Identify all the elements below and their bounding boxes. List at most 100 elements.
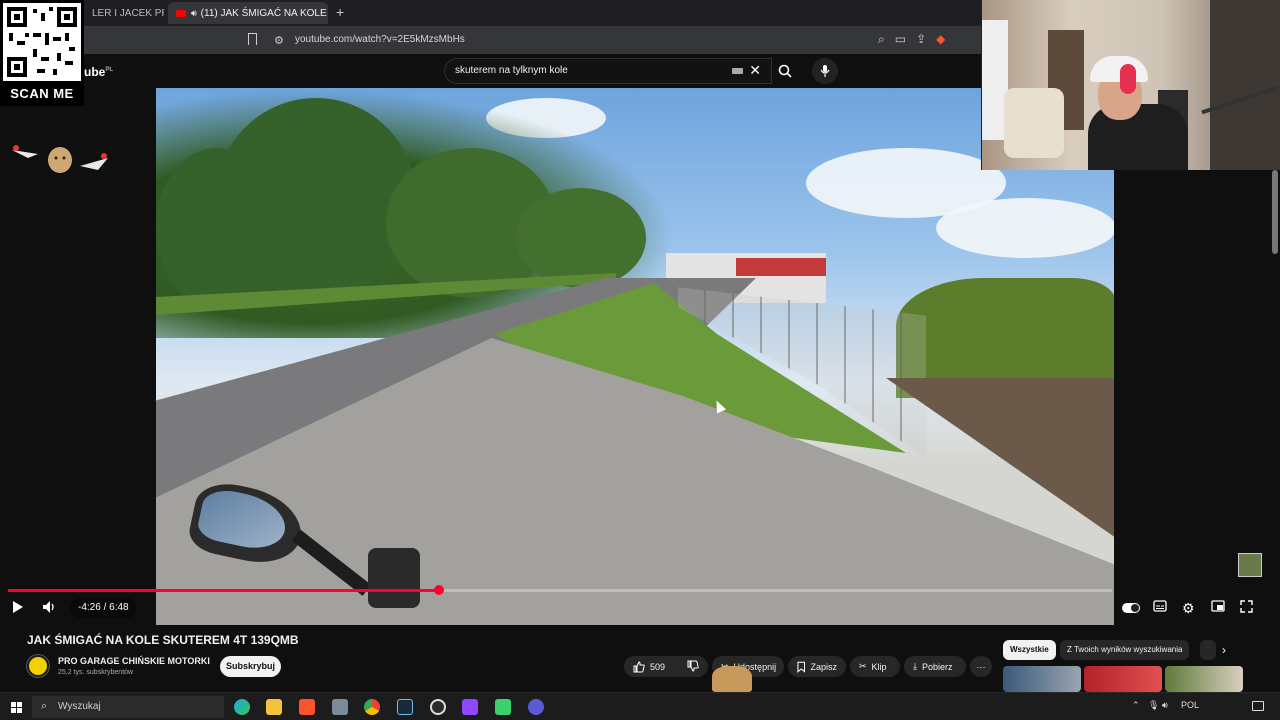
tab-label: LER I JACEK PRUSINS xyxy=(92,7,164,19)
video-corner-thumbnail[interactable] xyxy=(1238,553,1262,577)
search-icon xyxy=(778,64,792,78)
chip-from-search[interactable]: Z Twoich wyników wyszukiwania xyxy=(1060,640,1190,660)
save-bookmark-icon xyxy=(797,661,806,673)
more-actions-button[interactable]: ··· xyxy=(970,656,992,677)
recommended-thumbnail[interactable] xyxy=(1165,666,1243,692)
progress-scrubber[interactable] xyxy=(433,585,444,595)
progress-bar[interactable] xyxy=(8,585,1112,595)
windows-taskbar: ⌕ Wyszukaj ⌃ 🎙︎ 🔊︎ POL xyxy=(0,692,1280,720)
cat-emote-sticker xyxy=(12,145,108,173)
tray-mic-icon[interactable]: 🎙︎ xyxy=(1148,700,1159,711)
app-icon[interactable] xyxy=(462,699,478,715)
tray-chevron-icon[interactable]: ⌃ xyxy=(1132,700,1140,711)
brave-app-icon[interactable] xyxy=(299,699,315,715)
time-display: -4:26 / 6:48 xyxy=(70,598,137,618)
app-icon[interactable] xyxy=(332,699,348,715)
webcam-headset xyxy=(1120,64,1136,94)
like-dislike-group: 509 xyxy=(624,656,708,677)
chips-next-icon[interactable]: › xyxy=(1222,643,1226,657)
channel-name[interactable]: PRO GARAGE CHIŃSKIE MOTORKI xyxy=(58,656,210,666)
qr-overlay: SCAN ME xyxy=(0,0,84,106)
browser-tab-active[interactable]: 🔊︎ (11) JAK ŚMIGAĆ NA KOLE SK × xyxy=(168,2,328,24)
chip-all[interactable]: Wszystkie xyxy=(1003,640,1056,660)
subtitles-button[interactable] xyxy=(1153,600,1167,615)
app-icon[interactable] xyxy=(495,699,511,715)
chrome-app-icon[interactable] xyxy=(364,699,380,715)
notifications-icon[interactable] xyxy=(1252,701,1264,711)
streamer-webcam xyxy=(981,0,1280,170)
save-button[interactable]: Zapisz xyxy=(788,656,846,677)
webcam-armchair xyxy=(1004,88,1064,158)
address-actions: ⌕ ▭ ⇪ ◆ xyxy=(878,32,945,47)
search-icon: ⌕ xyxy=(41,700,48,712)
miniplayer-button[interactable] xyxy=(1211,600,1225,615)
volume-icon xyxy=(43,601,54,613)
video-tree xyxy=(156,148,276,308)
obs-app-icon[interactable] xyxy=(430,699,446,715)
video-player[interactable] xyxy=(156,88,1114,625)
recommended-thumbnail[interactable] xyxy=(1084,666,1162,692)
search-input[interactable]: skuterem na tylknym kole xyxy=(455,65,568,76)
subtitles-icon xyxy=(1153,600,1167,612)
new-tab-button[interactable]: + xyxy=(336,4,344,20)
webcam-person-body xyxy=(1088,104,1188,170)
tray-volume-icon[interactable]: 🔊︎ xyxy=(1162,700,1168,711)
fullscreen-icon xyxy=(1240,600,1253,613)
search-button[interactable] xyxy=(772,58,798,84)
screen: LER I JACEK PRUSINS 🔊︎ (11) JAK ŚMIGAĆ N… xyxy=(0,0,1280,720)
share-icon[interactable]: ⇪ xyxy=(916,32,926,47)
recommended-thumbnail[interactable] xyxy=(1003,666,1081,692)
taskbar-search[interactable]: ⌕ Wyszukaj xyxy=(32,696,224,718)
channel-avatar[interactable] xyxy=(27,655,49,677)
volume-button[interactable] xyxy=(42,600,56,617)
clear-search-icon[interactable]: ✕ xyxy=(749,62,761,79)
video-cloud xyxy=(936,198,1114,258)
video-building-sign xyxy=(736,258,826,276)
clip-button[interactable]: ✂ Klip xyxy=(850,656,900,677)
miniplayer-icon xyxy=(1211,600,1225,612)
like-count: 509 xyxy=(650,661,666,672)
search-box[interactable]: skuterem na tylknym kole ✕ xyxy=(444,58,772,84)
app-icon[interactable] xyxy=(528,699,544,715)
voice-search-button[interactable] xyxy=(812,58,838,84)
edge-app-icon[interactable] xyxy=(234,699,250,715)
play-icon xyxy=(13,601,23,613)
logo-region: PL xyxy=(105,67,114,73)
more-icon: ··· xyxy=(976,661,986,672)
site-settings-icon[interactable]: ⚙︎ xyxy=(274,34,284,47)
youtube-logo[interactable]: ubePL xyxy=(84,65,113,79)
bookmark-icon[interactable] xyxy=(248,33,257,45)
steam-app-icon[interactable] xyxy=(397,699,413,715)
cast-icon[interactable]: ▭ xyxy=(895,32,906,47)
chip-partial[interactable] xyxy=(1200,640,1216,660)
progress-fill xyxy=(8,589,439,592)
microphone-icon xyxy=(820,65,830,77)
tab-label: (11) JAK ŚMIGAĆ NA KOLE SK xyxy=(200,7,328,19)
brave-shield-icon[interactable]: ◆ xyxy=(936,32,945,47)
qr-scan-label: SCAN ME xyxy=(10,86,74,101)
dislike-button[interactable] xyxy=(687,660,699,674)
fullscreen-button[interactable] xyxy=(1240,600,1253,616)
download-label: Pobierz xyxy=(921,661,953,672)
page-scrollbar[interactable] xyxy=(1272,170,1278,254)
file-explorer-icon[interactable] xyxy=(266,699,282,715)
video-title: JAK ŚMIGAĆ NA KOLE SKUTEREM 4T 139QMB xyxy=(27,633,299,647)
save-label: Zapisz xyxy=(810,661,837,672)
download-icon: ⤓ xyxy=(913,661,917,671)
tray-language[interactable]: POL xyxy=(1181,700,1199,710)
subscriber-count: 25,2 tys. subskrybentów xyxy=(58,669,134,676)
windows-start-icon[interactable] xyxy=(11,702,22,713)
gear-icon: ⚙︎ xyxy=(1182,600,1195,616)
download-button[interactable]: ⤓ Pobierz xyxy=(904,656,966,677)
url-field[interactable]: youtube.com/watch?v=2E5kMzsMbHs xyxy=(295,34,465,45)
like-button[interactable]: 509 xyxy=(633,660,666,673)
taskbar-search-placeholder: Wyszukaj xyxy=(58,701,101,712)
player-controls: -4:26 / 6:48 ⚙︎ xyxy=(0,598,1280,620)
subscribe-button[interactable]: Subskrybuj xyxy=(220,656,281,677)
play-button[interactable] xyxy=(12,600,24,617)
keyboard-icon[interactable] xyxy=(732,68,743,74)
autoplay-toggle[interactable] xyxy=(1122,603,1140,613)
browser-tab-1[interactable]: LER I JACEK PRUSINS xyxy=(84,2,164,24)
zoom-icon[interactable]: ⌕ xyxy=(878,32,885,47)
settings-button[interactable]: ⚙︎ xyxy=(1182,600,1195,617)
